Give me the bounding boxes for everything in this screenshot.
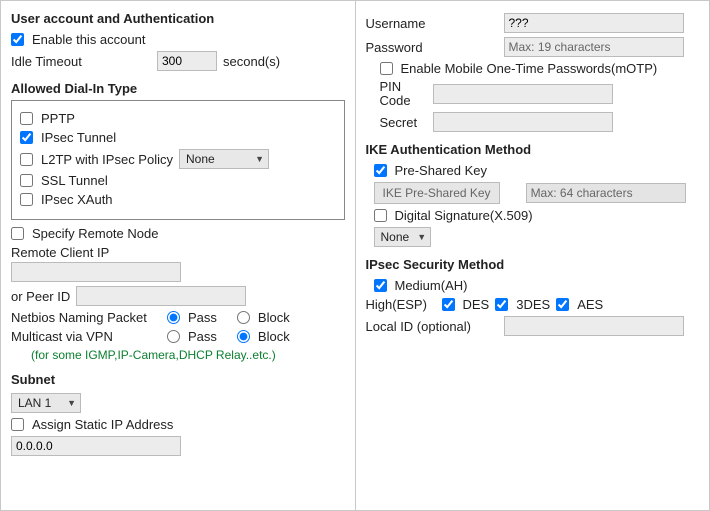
netbios-pass-radio[interactable] [167, 311, 180, 324]
subnet-select[interactable]: LAN 1 ▼ [11, 393, 81, 413]
digital-sig-checkbox[interactable] [374, 209, 387, 222]
medium-label: Medium(AH) [395, 278, 468, 293]
psk-checkbox[interactable] [374, 164, 387, 177]
ipsec-tunnel-label: IPsec Tunnel [41, 130, 116, 145]
ike-psk-button[interactable]: IKE Pre-Shared Key [374, 182, 500, 204]
des-checkbox[interactable] [442, 298, 455, 311]
idle-timeout-label: Idle Timeout [11, 54, 151, 69]
medium-checkbox[interactable] [374, 279, 387, 292]
secret-label: Secret [380, 115, 425, 130]
des-label: DES [463, 297, 490, 312]
chevron-down-icon: ▼ [67, 398, 76, 408]
pin-code-input[interactable] [433, 84, 613, 104]
pin-code-label: PIN Code [380, 80, 425, 108]
pptp-checkbox[interactable] [20, 112, 33, 125]
local-id-input[interactable] [504, 316, 684, 336]
multicast-block-radio[interactable] [237, 330, 250, 343]
ssl-tunnel-label: SSL Tunnel [41, 173, 108, 188]
aes-label: AES [577, 297, 603, 312]
multicast-pass-label: Pass [188, 329, 217, 344]
ike-psk-input[interactable] [526, 183, 686, 203]
chevron-down-icon: ▼ [417, 232, 426, 242]
static-ip-input[interactable] [11, 436, 181, 456]
chevron-down-icon: ▼ [255, 154, 264, 164]
ipsec-tunnel-checkbox[interactable] [20, 131, 33, 144]
dialin-box: PPTP IPsec Tunnel L2TP with IPsec Policy… [11, 100, 345, 220]
password-label: Password [366, 40, 496, 55]
enable-motp-checkbox[interactable] [380, 62, 393, 75]
netbios-block-label: Block [258, 310, 290, 325]
assign-static-label: Assign Static IP Address [32, 417, 173, 432]
netbios-pass-label: Pass [188, 310, 217, 325]
peer-id-label: or Peer ID [11, 289, 70, 304]
l2tp-label: L2TP with IPsec Policy [41, 152, 173, 167]
idle-timeout-unit: second(s) [223, 54, 280, 69]
ipsec-xauth-checkbox[interactable] [20, 193, 33, 206]
high-esp-label: High(ESP) [366, 297, 436, 312]
username-label: Username [366, 16, 496, 31]
ike-auth-title: IKE Authentication Method [366, 142, 700, 157]
netbios-label: Netbios Naming Packet [11, 310, 161, 325]
multicast-block-label: Block [258, 329, 290, 344]
subnet-value: LAN 1 [18, 396, 51, 410]
digital-sig-label: Digital Signature(X.509) [395, 208, 533, 223]
dialin-type-title: Allowed Dial-In Type [11, 81, 345, 96]
multicast-note: (for some IGMP,IP-Camera,DHCP Relay..etc… [31, 348, 345, 362]
subnet-title: Subnet [11, 372, 345, 387]
digital-sig-value: None [381, 230, 410, 244]
secret-input[interactable] [433, 112, 613, 132]
ssl-tunnel-checkbox[interactable] [20, 174, 33, 187]
enable-motp-label: Enable Mobile One-Time Passwords(mOTP) [401, 61, 658, 76]
password-input[interactable] [504, 37, 684, 57]
enable-account-checkbox[interactable] [11, 33, 24, 46]
ipsec-xauth-label: IPsec XAuth [41, 192, 113, 207]
remote-client-ip-input[interactable] [11, 262, 181, 282]
netbios-block-radio[interactable] [237, 311, 250, 324]
multicast-pass-radio[interactable] [167, 330, 180, 343]
tdes-checkbox[interactable] [495, 298, 508, 311]
aes-checkbox[interactable] [556, 298, 569, 311]
assign-static-checkbox[interactable] [11, 418, 24, 431]
pptp-label: PPTP [41, 111, 75, 126]
local-id-label: Local ID (optional) [366, 319, 496, 334]
peer-id-input[interactable] [76, 286, 246, 306]
l2tp-checkbox[interactable] [20, 153, 33, 166]
l2tp-policy-value: None [186, 152, 215, 166]
l2tp-policy-select[interactable]: None ▼ [179, 149, 269, 169]
user-account-title: User account and Authentication [11, 11, 345, 26]
specify-remote-checkbox[interactable] [11, 227, 24, 240]
digital-sig-select[interactable]: None ▼ [374, 227, 432, 247]
ipsec-sec-title: IPsec Security Method [366, 257, 700, 272]
idle-timeout-input[interactable] [157, 51, 217, 71]
specify-remote-label: Specify Remote Node [32, 226, 158, 241]
tdes-label: 3DES [516, 297, 550, 312]
enable-account-label: Enable this account [32, 32, 145, 47]
multicast-label: Multicast via VPN [11, 329, 161, 344]
psk-label: Pre-Shared Key [395, 163, 488, 178]
remote-client-ip-label: Remote Client IP [11, 245, 345, 260]
username-input[interactable] [504, 13, 684, 33]
